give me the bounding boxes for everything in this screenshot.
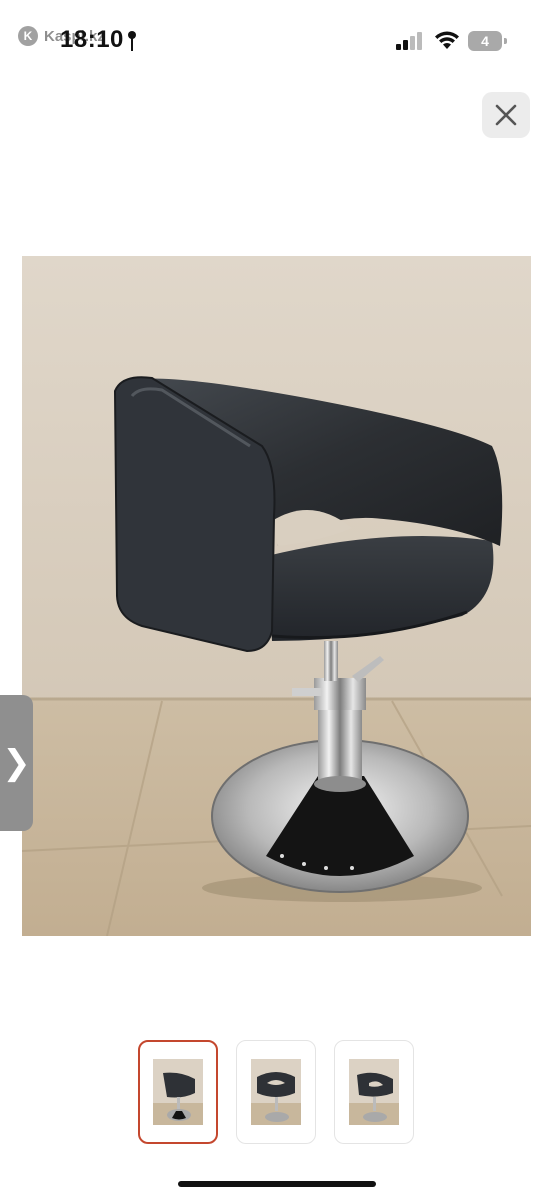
status-time: 18:10 [60, 26, 124, 53]
thumbnail-strip [0, 1040, 553, 1146]
thumbnail-image [349, 1059, 399, 1125]
battery-icon: 4 [468, 31, 507, 51]
location-icon [128, 31, 136, 51]
chevron-right-icon: ❯ [2, 744, 31, 782]
thumbnail-2[interactable] [236, 1040, 316, 1144]
battery-tip [504, 38, 507, 44]
thumbnail-3[interactable] [334, 1040, 414, 1144]
close-button[interactable] [482, 92, 530, 138]
wifi-icon [435, 31, 459, 49]
salon-chair-photo [22, 256, 531, 936]
home-indicator[interactable] [178, 1181, 376, 1187]
status-bar: K Kaspi.kz 18:10 4 [0, 0, 553, 80]
close-icon [495, 104, 517, 126]
thumbnail-image [153, 1059, 203, 1125]
thumbnail-image [251, 1059, 301, 1125]
thumbnail-1[interactable] [138, 1040, 218, 1144]
product-image[interactable] [22, 256, 531, 936]
cellular-signal-icon [396, 32, 422, 50]
battery-level: 4 [468, 31, 502, 51]
app-logo-icon: K [18, 26, 38, 46]
next-image-button[interactable]: ❯ [0, 695, 33, 831]
